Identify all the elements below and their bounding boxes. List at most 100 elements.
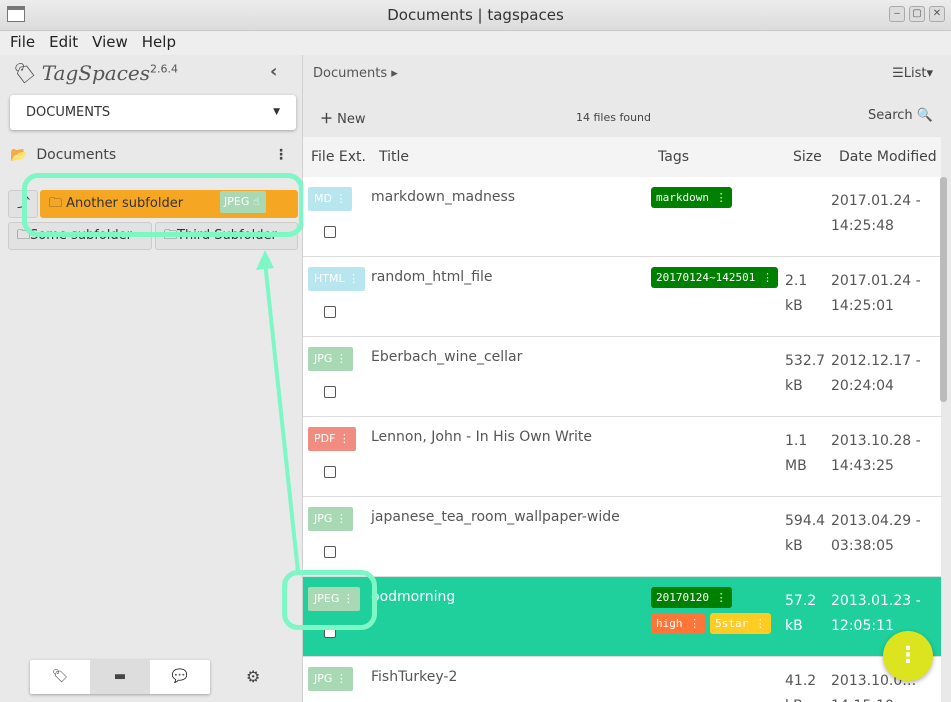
file-ext-badge[interactable]: PDF ⋮	[308, 427, 356, 451]
menu-edit[interactable]: Edit	[43, 31, 84, 55]
file-date: 2012.12.17 - 20:24:04	[831, 353, 921, 394]
folders-tab-icon[interactable]: ▬	[90, 660, 150, 694]
menu-file[interactable]: File	[4, 31, 41, 55]
search-icon: 🔍	[916, 108, 933, 123]
file-checkbox[interactable]	[324, 546, 336, 558]
tag-label: high	[656, 617, 683, 630]
file-title: oodmorning	[371, 589, 456, 605]
file-date: 2017.01.24 - 14:25:48	[831, 193, 921, 234]
tag[interactable]: 5star ⋮	[710, 613, 771, 634]
tag-list: 20170124~142501 ⋮	[651, 267, 779, 288]
file-ext-badge[interactable]: HTML ⋮	[308, 267, 366, 291]
tag-list: markdown ⋮	[651, 187, 779, 208]
tag-label: 5star	[715, 617, 749, 630]
view-switch[interactable]: ☰List▾	[892, 66, 933, 81]
fab-menu-button[interactable]: ⋮	[883, 631, 933, 681]
file-title: Lennon, John - In His Own Write	[371, 429, 593, 445]
column-header: File Ext. Title Tags Size Date Modified	[303, 137, 941, 177]
file-ext-badge[interactable]: JPG ⋮	[308, 667, 353, 691]
file-checkbox[interactable]	[324, 226, 336, 238]
file-date: 2017.01.24 - 14:25:01	[831, 273, 921, 314]
file-ext-badge[interactable]: JPG ⋮	[308, 507, 353, 531]
col-tags[interactable]: Tags	[658, 149, 689, 165]
file-checkbox[interactable]	[324, 386, 336, 398]
file-ext-badge[interactable]: JPEG ⋮	[308, 587, 360, 611]
search-label: Search	[868, 108, 913, 123]
file-row[interactable]: JPG ⋮ FishTurkey-2 41.2 kB 2013.10.0… 14…	[303, 657, 941, 702]
tag-label: markdown	[656, 191, 709, 204]
ext-label: JPG	[314, 512, 333, 525]
subfolder-some[interactable]: 🗀Some subfolder	[8, 222, 152, 250]
file-checkbox[interactable]	[324, 466, 336, 478]
plus-icon: ＋	[320, 112, 334, 127]
file-list: MD ⋮ markdown_madness markdown ⋮ 2017.01…	[303, 177, 941, 702]
col-ext[interactable]: File Ext.	[311, 149, 366, 165]
file-date: 2013.10.28 - 14:43:25	[831, 433, 921, 474]
drag-ghost: JPEG ☝	[220, 191, 266, 213]
breadcrumb-item: Documents	[313, 66, 388, 81]
up-icon: ⤴	[17, 196, 31, 211]
menu-view[interactable]: View	[86, 31, 134, 55]
title-bar: Documents | tagspaces ‒ ▢ ✕	[0, 0, 951, 31]
file-row[interactable]: MD ⋮ markdown_madness markdown ⋮ 2017.01…	[303, 177, 941, 257]
current-directory[interactable]: 📂 Documents ⋮	[10, 147, 296, 163]
minimize-button[interactable]: ‒	[889, 6, 905, 22]
app-name: TagSpaces	[41, 61, 150, 85]
file-checkbox[interactable]	[324, 306, 336, 318]
location-select[interactable]: DOCUMENTS ▼	[10, 95, 296, 130]
window-title: Documents | tagspaces	[387, 6, 564, 24]
col-size[interactable]: Size	[793, 149, 822, 165]
file-ext-badge[interactable]: MD ⋮	[308, 187, 353, 211]
files-found: 14 files found	[576, 111, 652, 124]
subfolder-label: Another subfolder	[66, 196, 184, 211]
maximize-button[interactable]: ▢	[909, 6, 925, 22]
menu-help[interactable]: Help	[136, 31, 182, 55]
file-title: japanese_tea_room_wallpaper-wide	[371, 509, 620, 525]
file-size: 2.1 kB	[785, 273, 808, 314]
file-row[interactable]: HTML ⋮ random_html_file 20170124~142501 …	[303, 257, 941, 337]
logo: 🏷 TagSpaces2.6.4	[10, 61, 178, 85]
collapse-sidebar-icon[interactable]: ‹	[270, 61, 277, 82]
file-row[interactable]: JPEG ⋮ oodmorning 20170120 ⋮ high ⋮ 5star …	[303, 577, 941, 657]
tag[interactable]: 20170124~142501 ⋮	[651, 267, 778, 288]
file-row[interactable]: JPG ⋮ Eberbach_wine_cellar 532.7 kB 2012…	[303, 337, 941, 417]
app-version: 2.6.4	[150, 62, 178, 76]
folder-open-icon: 📂	[10, 147, 28, 163]
file-title: FishTurkey-2	[371, 669, 458, 685]
view-mode-label: List	[903, 66, 927, 81]
chat-tab-icon[interactable]: 💬	[150, 660, 210, 694]
sidebar: 🏷 TagSpaces2.6.4 ‹ DOCUMENTS ▼ 📂 Document…	[0, 55, 304, 702]
col-date[interactable]: Date Modified	[839, 149, 937, 165]
file-row[interactable]: JPG ⋮ japanese_tea_room_wallpaper-wide 5…	[303, 497, 941, 577]
file-title: Eberbach_wine_cellar	[371, 349, 523, 365]
tag[interactable]: markdown ⋮	[651, 187, 732, 208]
parent-folder-button[interactable]: ⤴	[8, 190, 38, 218]
caret-down-icon: ▼	[273, 107, 280, 117]
tag-logo-icon: 🏷	[10, 61, 36, 85]
hand-cursor-icon: ☝	[252, 195, 260, 208]
subfolder-label: Third Subfolder	[177, 228, 277, 243]
file-checkbox[interactable]	[324, 626, 336, 638]
search-button[interactable]: Search 🔍	[868, 108, 933, 123]
file-size: 532.7 kB	[785, 353, 826, 394]
ext-label: PDF	[314, 432, 336, 445]
file-size: 594.4 kB	[785, 513, 826, 554]
file-row[interactable]: PDF ⋮ Lennon, John - In His Own Write 1.…	[303, 417, 941, 497]
directory-menu-icon[interactable]: ⋮	[274, 147, 288, 163]
close-button[interactable]: ✕	[929, 6, 945, 22]
col-title[interactable]: Title	[379, 149, 409, 165]
file-ext-badge[interactable]: JPG ⋮	[308, 347, 353, 371]
scrollbar[interactable]	[940, 177, 947, 402]
tag[interactable]: high ⋮	[651, 613, 706, 634]
tags-tab-icon[interactable]: 🏷	[30, 660, 90, 694]
new-button[interactable]: ＋ New	[320, 108, 366, 127]
ext-label: JPG	[314, 352, 333, 365]
subfolder-third[interactable]: 🗀Third Subfolder	[155, 222, 298, 250]
ext-label: JPEG	[314, 592, 340, 605]
subfolder-label: Some subfolder	[30, 228, 133, 243]
settings-icon[interactable]: ⚙	[246, 667, 260, 686]
new-label: New	[337, 112, 366, 127]
tag[interactable]: 20170120 ⋮	[651, 587, 732, 608]
breadcrumb[interactable]: Documents ▸	[313, 66, 398, 81]
file-date: 2013.04.29 - 03:38:05	[831, 513, 921, 554]
